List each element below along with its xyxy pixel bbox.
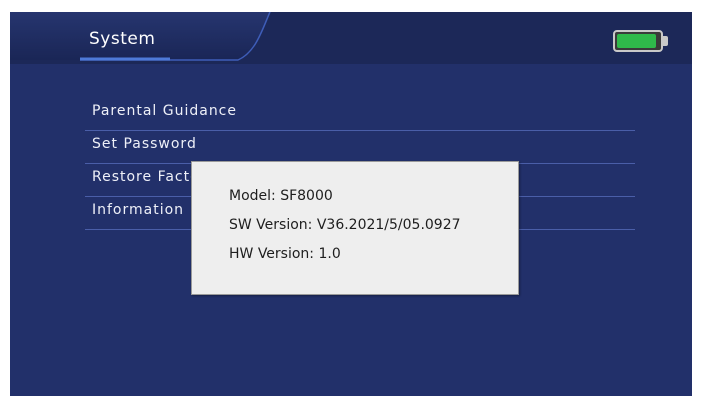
menu-item-parental-guidance[interactable]: Parental Guidance	[85, 98, 635, 131]
sw-version-text: SW Version: V36.2021/5/05.0927	[229, 217, 461, 233]
hw-version-text: HW Version: 1.0	[229, 246, 341, 262]
menu-item-label: Information	[92, 202, 185, 218]
menu-item-label: Set Password	[92, 136, 197, 152]
menu-item-label: Parental Guidance	[92, 103, 237, 119]
model-text: Model: SF8000	[229, 188, 333, 204]
header-bar: System	[10, 12, 692, 64]
battery-body	[613, 30, 663, 52]
page-title: System	[89, 29, 156, 49]
menu-item-set-password[interactable]: Set Password	[85, 131, 635, 164]
system-screen: System Parental Guidance Set Password Re…	[10, 12, 692, 396]
battery-tip	[663, 36, 668, 46]
battery-icon	[613, 30, 671, 52]
information-dialog: Model: SF8000 SW Version: V36.2021/5/05.…	[191, 161, 519, 295]
battery-level-fill	[617, 34, 656, 48]
